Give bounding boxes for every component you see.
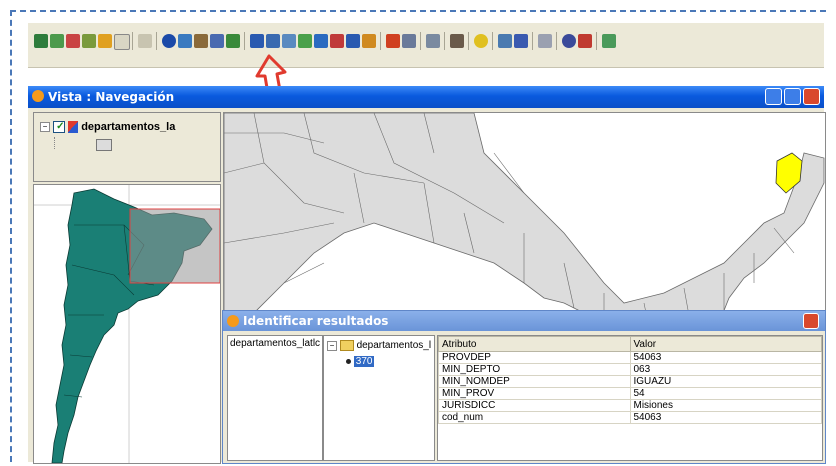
table-row[interactable]: MIN_NOMDEP IGUAZU bbox=[438, 375, 822, 388]
point-icon[interactable] bbox=[362, 34, 376, 48]
layer-name: departamentos_la bbox=[81, 121, 176, 134]
pointer-icon[interactable] bbox=[250, 34, 264, 48]
tree-item[interactable]: 370 bbox=[346, 356, 375, 367]
back-icon[interactable] bbox=[138, 34, 152, 48]
tree-item-label[interactable]: 370 bbox=[353, 356, 375, 367]
toolbar-separator bbox=[492, 32, 493, 50]
attribute-header-row: Atributo Valor bbox=[438, 336, 822, 352]
layer-row[interactable]: − ✓ departamentos_la bbox=[40, 121, 176, 134]
filter-icon[interactable] bbox=[386, 34, 400, 48]
tree-line bbox=[54, 137, 56, 149]
toolbar-separator bbox=[596, 32, 597, 50]
collapse-icon[interactable]: − bbox=[327, 340, 337, 351]
overview-map[interactable] bbox=[33, 184, 221, 464]
tree-root[interactable]: − departamentos_l bbox=[327, 340, 431, 351]
attribute-table[interactable]: Atributo Valor PROVDEP 54063 MIN_DEPTO 063 M… bbox=[437, 335, 823, 461]
toolbar-separator bbox=[532, 32, 533, 50]
minimize-button[interactable] bbox=[765, 88, 782, 105]
add-layer-icon[interactable] bbox=[98, 34, 112, 48]
toolbar-separator bbox=[380, 32, 381, 50]
table-row[interactable]: MIN_DEPTO 063 bbox=[438, 363, 822, 376]
attribute-name-cell: MIN_DEPTO bbox=[438, 363, 631, 376]
feature-dot-icon bbox=[346, 358, 351, 364]
clock-icon[interactable] bbox=[114, 34, 130, 50]
collapse-icon[interactable]: − bbox=[40, 122, 50, 133]
attribute-value-cell: 54 bbox=[629, 387, 822, 400]
layer-visibility-checkbox[interactable]: ✓ bbox=[53, 121, 66, 134]
table-row[interactable]: cod_num 54063 bbox=[438, 411, 822, 424]
attribute-value-cell: 54063 bbox=[629, 411, 822, 424]
overview-map-graphic bbox=[34, 185, 220, 463]
edit2-icon[interactable] bbox=[538, 34, 552, 48]
toolbar-separator bbox=[444, 32, 445, 50]
grid2-icon[interactable] bbox=[426, 34, 440, 48]
folder-icon bbox=[339, 340, 354, 351]
table-icon[interactable] bbox=[194, 34, 208, 48]
zoom-select-icon[interactable] bbox=[514, 34, 528, 48]
zoom-layer-icon[interactable] bbox=[498, 34, 512, 48]
edit-icon[interactable] bbox=[226, 34, 240, 48]
attribute-name-cell: MIN_PROV bbox=[438, 387, 631, 400]
window-icon[interactable] bbox=[314, 34, 328, 48]
attribute-value-cell: 54063 bbox=[629, 351, 822, 364]
arrow-icon[interactable] bbox=[82, 34, 96, 48]
tools-icon[interactable] bbox=[450, 34, 464, 48]
toolbar-separator bbox=[556, 32, 557, 50]
identify-feature-tree[interactable]: − departamentos_l 370 bbox=[323, 335, 435, 461]
map-icon[interactable] bbox=[578, 34, 592, 48]
attribute-value-cell: Misiones bbox=[629, 399, 822, 412]
measure-icon[interactable] bbox=[330, 34, 344, 48]
legend-swatch bbox=[96, 139, 112, 151]
polygon-icon[interactable] bbox=[298, 34, 312, 48]
chart-icon[interactable] bbox=[402, 34, 416, 48]
attribute-name-cell: MIN_NOMDEP bbox=[438, 375, 631, 388]
toolbar-separator bbox=[420, 32, 421, 50]
main-toolbar bbox=[28, 23, 824, 68]
toolbar-separator bbox=[132, 32, 133, 50]
toolbar-separator bbox=[156, 32, 157, 50]
attribute-name-cell: cod_num bbox=[438, 411, 631, 424]
earth-icon[interactable] bbox=[34, 34, 48, 48]
identify-results-window: Identificar resultados departamentos_lat… bbox=[222, 310, 826, 464]
layer-icon bbox=[68, 121, 79, 134]
attribute-rows: PROVDEP 54063 MIN_DEPTO 063 MIN_NOMDEP IGUAZU… bbox=[438, 351, 822, 424]
attribute-name-cell: JURISDICC bbox=[438, 399, 631, 412]
tree-root-label: departamentos_l bbox=[356, 340, 432, 352]
grid-icon[interactable] bbox=[210, 34, 224, 48]
identify-titlebar: Identificar resultados bbox=[223, 311, 825, 331]
toolbar-separator bbox=[244, 32, 245, 50]
zoom-icon[interactable] bbox=[178, 34, 192, 48]
identify-layer-item[interactable]: departamentos_latlc bbox=[228, 336, 322, 351]
column-header-value[interactable]: Valor bbox=[629, 336, 822, 352]
search-icon[interactable] bbox=[562, 34, 576, 48]
table-row[interactable]: MIN_PROV 54 bbox=[438, 387, 822, 400]
identify-title: Identificar resultados bbox=[243, 314, 389, 328]
identify-window-icon bbox=[227, 315, 239, 327]
select-icon[interactable] bbox=[266, 34, 280, 48]
table-of-contents: − ✓ departamentos_la bbox=[33, 112, 221, 182]
column-header-attribute[interactable]: Atributo bbox=[438, 336, 631, 352]
layers-icon[interactable] bbox=[66, 34, 80, 48]
identify-close-button[interactable] bbox=[803, 313, 819, 329]
maximize-button[interactable] bbox=[784, 88, 801, 105]
close-button[interactable] bbox=[803, 88, 820, 105]
attribute-value-cell: 063 bbox=[629, 363, 822, 376]
identify-layer-list[interactable]: departamentos_latlc bbox=[227, 335, 323, 461]
toolbar-separator bbox=[468, 32, 469, 50]
window-titlebar: Vista : Navegación bbox=[28, 86, 824, 108]
export-icon[interactable] bbox=[602, 34, 616, 48]
select-rect-icon[interactable] bbox=[282, 34, 296, 48]
light-icon[interactable] bbox=[474, 34, 488, 48]
table-row[interactable]: PROVDEP 54063 bbox=[438, 351, 822, 364]
window-icon bbox=[32, 90, 44, 102]
attribute-grid: Atributo Valor PROVDEP 54063 MIN_DEPTO 063 M… bbox=[438, 336, 822, 424]
attribute-name-cell: PROVDEP bbox=[438, 351, 631, 364]
info-icon[interactable] bbox=[162, 34, 176, 48]
table-row[interactable]: JURISDICC Misiones bbox=[438, 399, 822, 412]
window-title: Vista : Navegación bbox=[48, 90, 175, 104]
zoom-extent-icon[interactable] bbox=[50, 34, 64, 48]
zoom-in-icon[interactable] bbox=[346, 34, 360, 48]
attribute-value-cell: IGUAZU bbox=[629, 375, 822, 388]
